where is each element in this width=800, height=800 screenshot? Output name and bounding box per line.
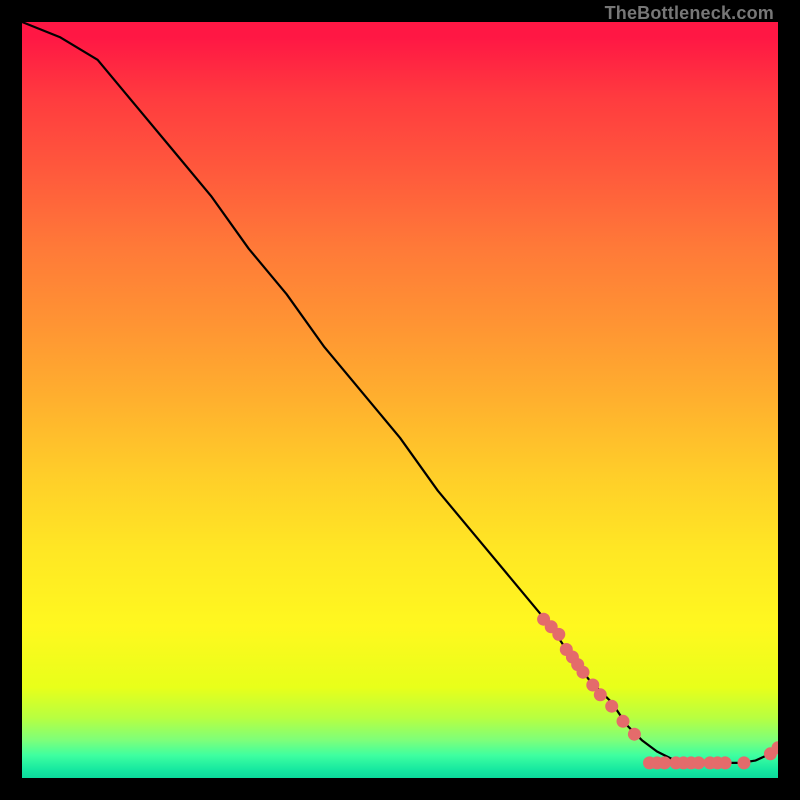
chart-marker <box>605 700 618 713</box>
chart-overlay <box>22 22 778 778</box>
chart-frame <box>22 22 778 778</box>
chart-marker <box>692 756 705 769</box>
chart-marker <box>617 715 630 728</box>
chart-curve <box>22 22 778 763</box>
chart-marker <box>628 728 641 741</box>
chart-marker <box>552 628 565 641</box>
chart-markers <box>537 613 778 770</box>
attribution-text: TheBottleneck.com <box>605 3 774 24</box>
chart-marker <box>658 756 671 769</box>
chart-marker <box>594 688 607 701</box>
chart-marker <box>719 756 732 769</box>
chart-marker <box>738 756 751 769</box>
chart-marker <box>577 666 590 679</box>
